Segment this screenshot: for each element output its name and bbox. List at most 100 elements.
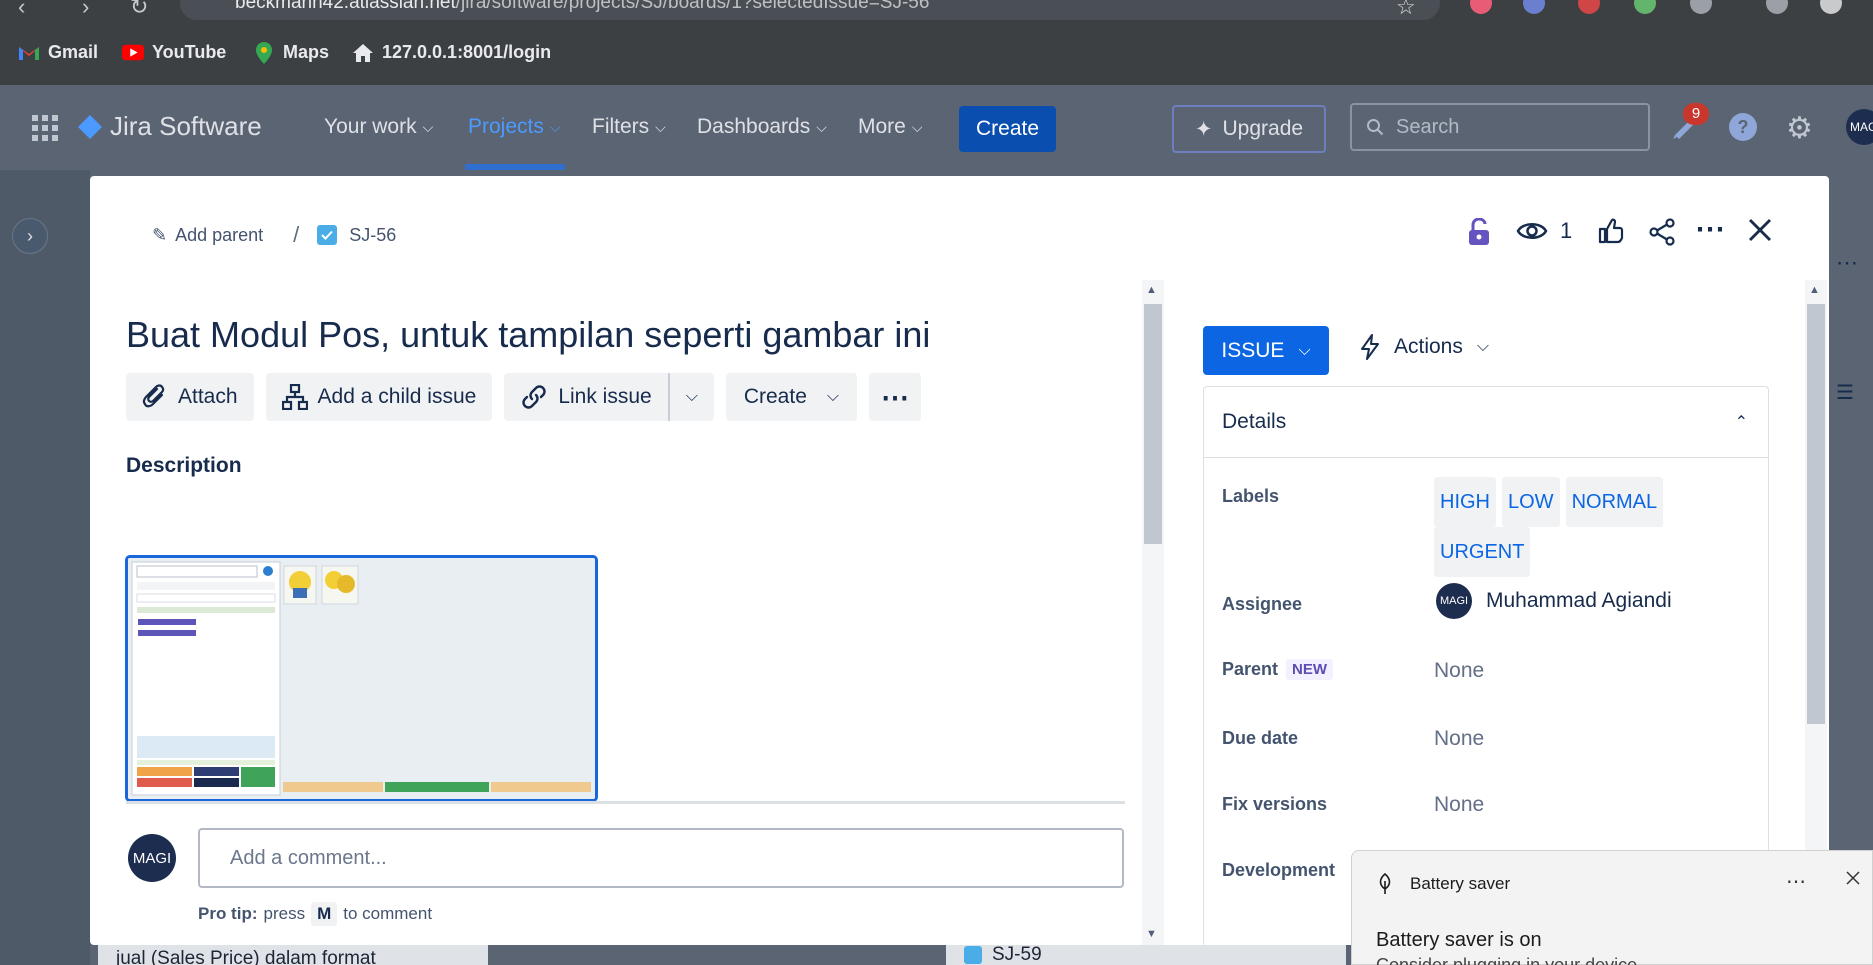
- fix-versions-label: Fix versions: [1222, 794, 1328, 814]
- link-issue-button[interactable]: Link issue: [504, 373, 668, 421]
- bookmark-star-icon[interactable]: ☆: [1396, 0, 1416, 20]
- nav-dashboards[interactable]: Dashboards ⌵: [697, 115, 827, 139]
- home-icon: [352, 43, 374, 62]
- unlock-icon[interactable]: [1468, 218, 1490, 246]
- labels-list[interactable]: HIGH LOW NORMAL URGENT: [1434, 477, 1734, 577]
- issue-title[interactable]: Buat Modul Pos, untuk tampilan seperti g…: [126, 314, 930, 356]
- reload-icon[interactable]: ↻: [130, 0, 148, 20]
- jira-logo[interactable]: Jira Software: [76, 111, 262, 142]
- chevron-down-icon: ⌵: [826, 388, 840, 405]
- add-child-issue-button[interactable]: Add a child issue: [265, 373, 493, 421]
- label-tag[interactable]: HIGH: [1434, 477, 1496, 527]
- extension-icon[interactable]: [1470, 0, 1492, 14]
- filter-sliders-icon[interactable]: ☰: [1836, 380, 1854, 405]
- bookmark-gmail[interactable]: Gmail: [18, 42, 98, 63]
- issue-status-button[interactable]: ISSUE ⌵: [1203, 326, 1329, 375]
- assignee-value[interactable]: MAGI Muhammad Agiandi: [1436, 583, 1672, 619]
- scrollbar-thumb[interactable]: [1807, 304, 1825, 724]
- due-date-value[interactable]: None: [1434, 727, 1484, 751]
- link-issue-dropdown[interactable]: ⌵: [669, 373, 714, 421]
- watcher-count: 1: [1560, 218, 1573, 243]
- protip-label: Pro tip:: [198, 904, 258, 923]
- details-title: Details: [1222, 410, 1287, 433]
- attach-button[interactable]: Attach: [126, 373, 254, 421]
- bookmark-label: 127.0.0.1:8001/login: [382, 42, 552, 62]
- more-actions-icon[interactable]: ⋯: [1695, 212, 1725, 247]
- nav-more[interactable]: More ⌵: [858, 115, 922, 139]
- help-icon[interactable]: ?: [1728, 112, 1758, 147]
- main-scrollbar[interactable]: ▲ ▼: [1142, 280, 1164, 945]
- chevron-down-icon: ⌵: [816, 118, 827, 135]
- fix-versions-value[interactable]: None: [1434, 793, 1484, 817]
- add-parent-label: Add parent: [175, 224, 264, 245]
- link-issue-group: Link issue ⌵: [504, 373, 714, 421]
- parent-value[interactable]: None: [1434, 659, 1484, 683]
- bookmark-label: Maps: [283, 42, 330, 62]
- create-menu-button[interactable]: Create ⌵: [725, 373, 858, 421]
- forward-icon[interactable]: ›: [82, 0, 89, 20]
- nav-label: Dashboards: [697, 115, 811, 138]
- scroll-up-icon[interactable]: ▲: [1809, 284, 1820, 296]
- share-icon[interactable]: [1648, 218, 1676, 246]
- edit-icon[interactable]: [1766, 0, 1788, 14]
- chevron-down-icon: ⌵: [911, 118, 923, 135]
- nav-filters[interactable]: Filters ⌵: [592, 115, 666, 139]
- issue-key-link[interactable]: SJ-56: [349, 225, 396, 246]
- actions-button[interactable]: Actions ⌵: [1360, 334, 1489, 360]
- more-toolbar-icon[interactable]: ⋯: [869, 373, 922, 421]
- scroll-up-icon[interactable]: ▲: [1146, 284, 1157, 296]
- upgrade-label: Upgrade: [1222, 117, 1304, 140]
- toast-close-icon[interactable]: [1846, 871, 1860, 890]
- extension-icon[interactable]: [1523, 0, 1545, 14]
- nav-projects[interactable]: Projects ⌵: [468, 115, 560, 139]
- battery-saver-toast[interactable]: Battery saver ⋯ Battery saver is on Cons…: [1351, 850, 1873, 965]
- board-more-icon[interactable]: ⋯: [1836, 250, 1858, 276]
- sidebar-scrollbar[interactable]: ▲: [1805, 280, 1827, 945]
- watch-button[interactable]: 1: [1516, 218, 1572, 244]
- bookmark-localhost[interactable]: 127.0.0.1:8001/login: [352, 42, 551, 63]
- search-input[interactable]: Search: [1350, 103, 1650, 151]
- nav-your-work[interactable]: Your work ⌵: [324, 115, 433, 139]
- upgrade-button[interactable]: ✦ Upgrade: [1172, 105, 1326, 153]
- app-switcher-icon[interactable]: [32, 115, 58, 146]
- label-tag[interactable]: URGENT: [1434, 527, 1531, 577]
- scroll-down-icon[interactable]: ▼: [1146, 928, 1157, 940]
- link-issue-label: Link issue: [558, 385, 652, 408]
- details-header[interactable]: Details ⌃: [1204, 387, 1768, 458]
- address-bar[interactable]: beckmann42.atlassian.net/jira/software/p…: [180, 0, 1440, 20]
- checkbox-icon: [964, 946, 982, 964]
- bookmark-youtube[interactable]: YouTube: [122, 42, 226, 63]
- youtube-icon: [122, 44, 144, 62]
- sparkle-icon: ✦: [1194, 117, 1213, 141]
- actions-label: Actions: [1394, 335, 1463, 358]
- comment-input[interactable]: Add a comment...: [198, 828, 1124, 888]
- scrollbar-thumb[interactable]: [1144, 304, 1162, 544]
- add-child-label: Add a child issue: [317, 385, 477, 408]
- close-icon[interactable]: [1748, 218, 1772, 242]
- bookmark-maps[interactable]: Maps: [253, 41, 330, 64]
- create-button[interactable]: Create: [959, 106, 1056, 152]
- profile-avatar[interactable]: MAG: [1846, 109, 1873, 145]
- toast-headline: Battery saver is on: [1376, 929, 1542, 951]
- add-parent-link[interactable]: ✎ Add parent: [152, 225, 263, 246]
- settings-gear-icon[interactable]: ⚙: [1786, 111, 1813, 146]
- label-tag[interactable]: NORMAL: [1565, 477, 1664, 527]
- profile-icon[interactable]: [1820, 0, 1842, 14]
- extensions-puzzle-icon[interactable]: [1690, 0, 1712, 14]
- chevron-down-icon: ⌵: [655, 118, 666, 135]
- back-icon[interactable]: ‹: [18, 0, 25, 20]
- extension-icon[interactable]: [1578, 0, 1600, 14]
- expand-sidebar-icon[interactable]: ›: [12, 218, 48, 254]
- board-card-sj59[interactable]: SJ-59: [946, 944, 1346, 965]
- toast-more-icon[interactable]: ⋯: [1786, 869, 1806, 894]
- toast-header: Battery saver: [1376, 873, 1510, 895]
- breadcrumb-separator: /: [293, 222, 300, 247]
- label-tag[interactable]: LOW: [1502, 477, 1560, 527]
- eye-icon: [1516, 223, 1548, 239]
- nav-label: Your work: [324, 115, 417, 138]
- attachment-thumbnail[interactable]: [125, 555, 598, 802]
- extension-icon[interactable]: [1634, 0, 1656, 14]
- chevron-down-icon: ⌵: [422, 118, 434, 135]
- due-date-label: Due date: [1222, 728, 1299, 748]
- thumbs-up-icon[interactable]: [1598, 218, 1624, 244]
